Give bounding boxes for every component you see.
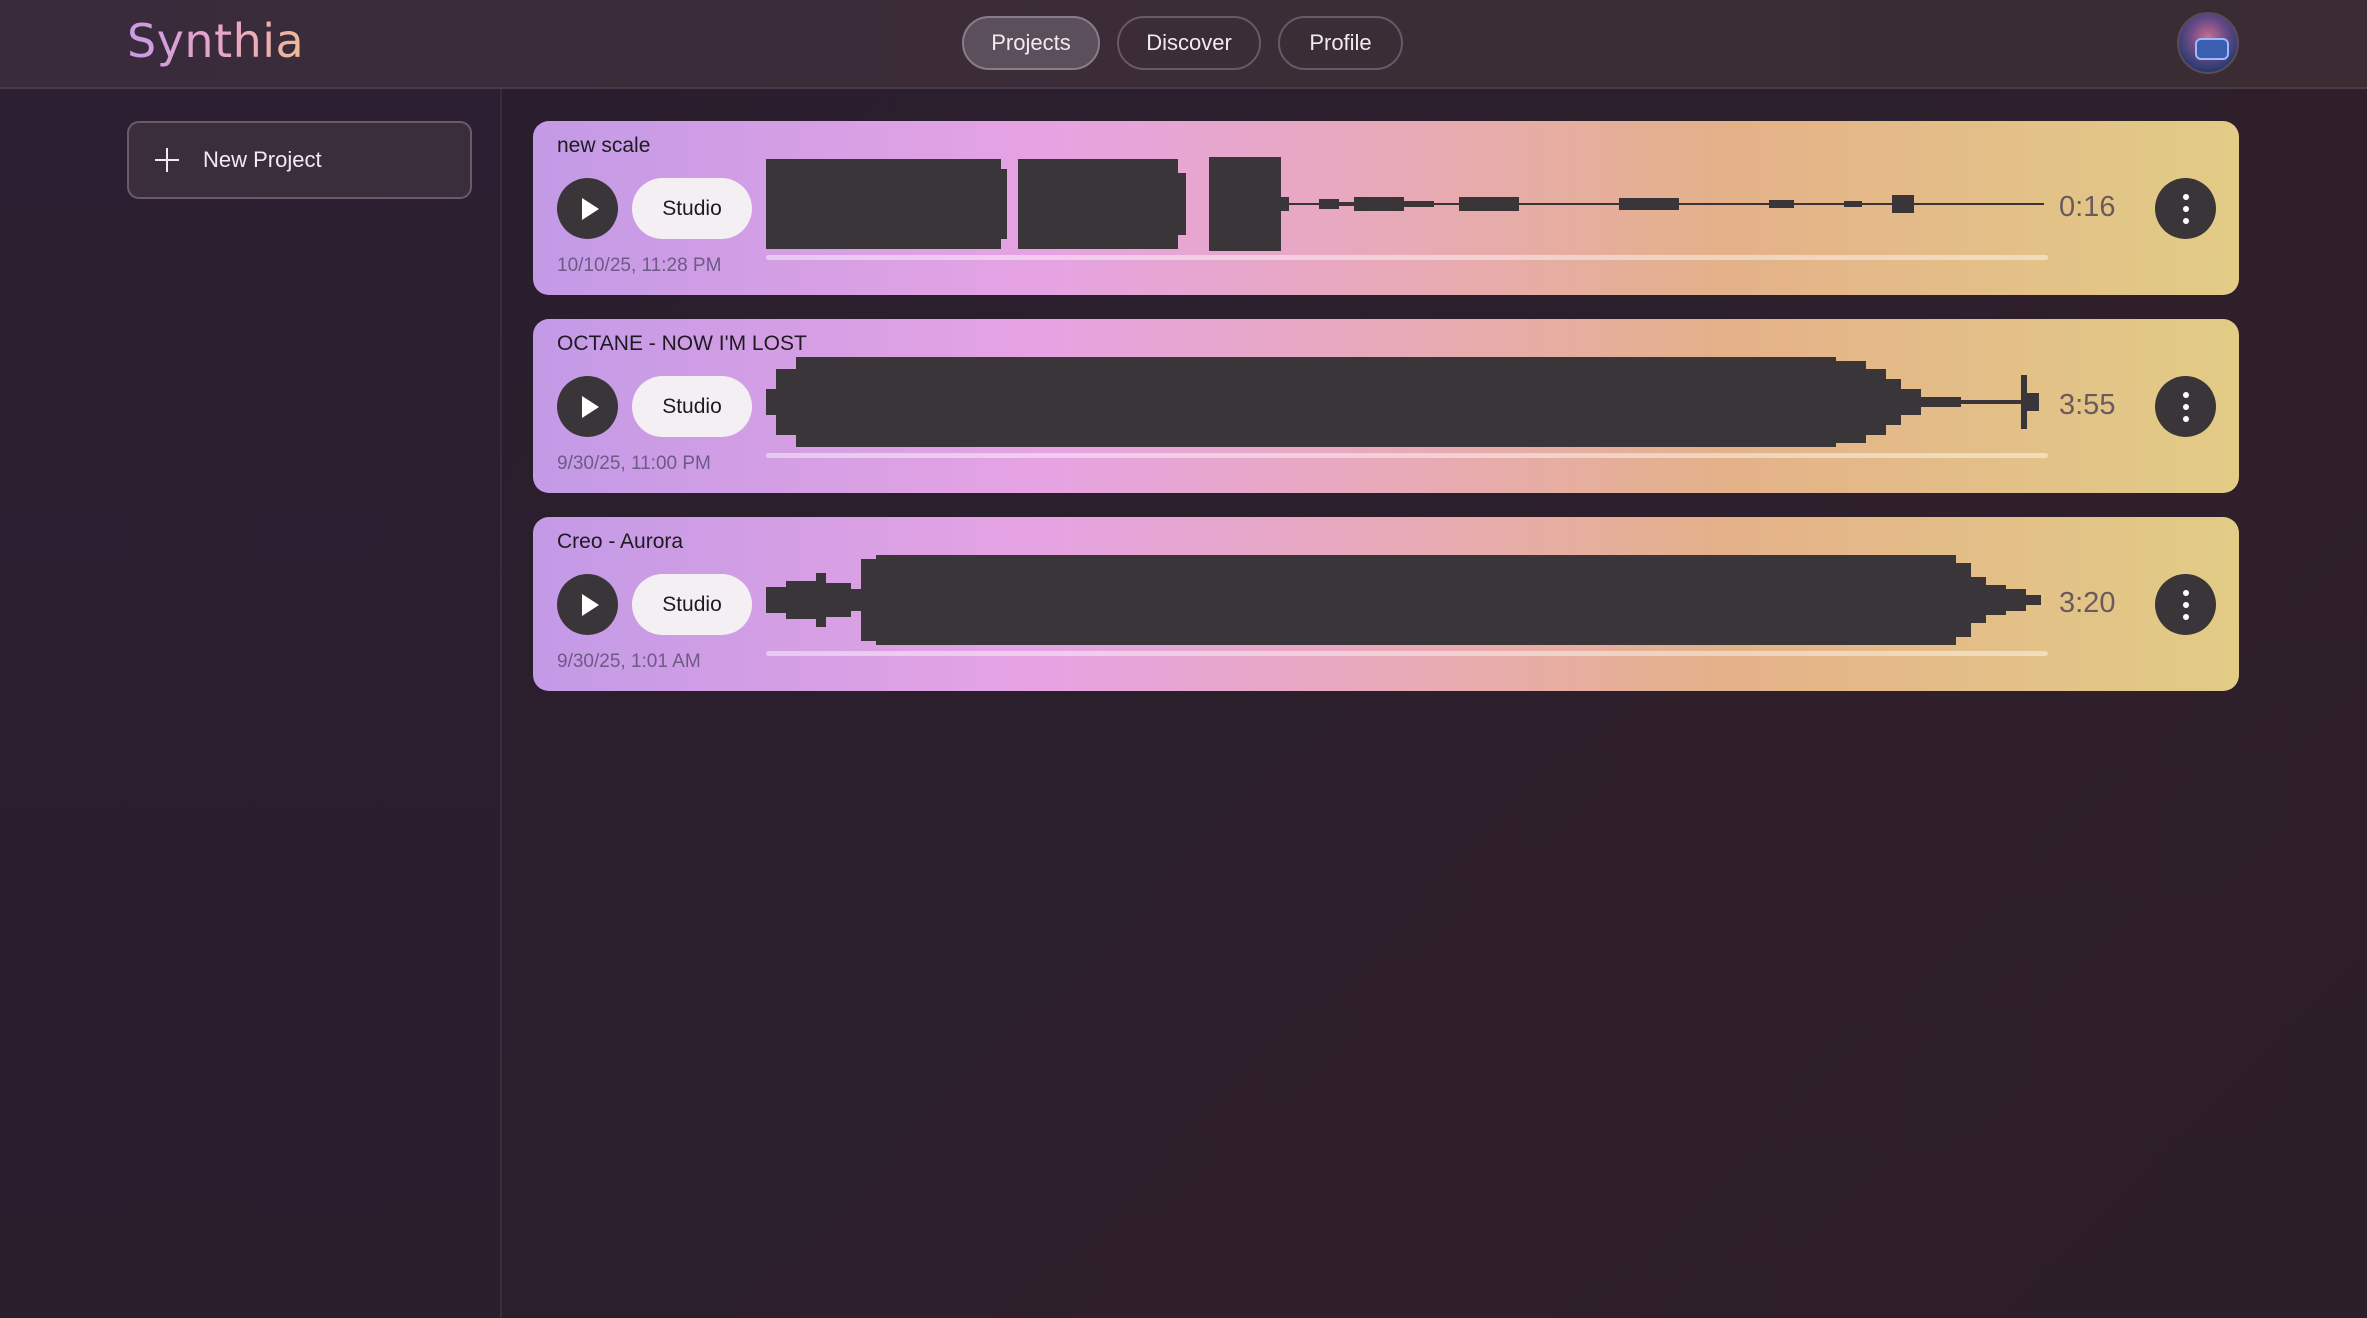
studio-button[interactable]: Studio (632, 178, 752, 239)
studio-button[interactable]: Studio (632, 376, 752, 437)
new-project-button[interactable]: New Project (127, 121, 472, 199)
user-avatar[interactable] (2177, 12, 2239, 74)
project-date: 9/30/25, 11:00 PM (557, 453, 711, 474)
more-options-icon[interactable] (2155, 376, 2216, 437)
avatar-image (2195, 38, 2229, 60)
project-card: OCTANE - NOW I'M LOST Studio 9/30/25, 11… (533, 319, 2239, 493)
project-card: Creo - Aurora Studio 9/30/25, 1:01 AM 3:… (533, 517, 2239, 691)
plus-icon (155, 148, 179, 172)
tab-profile[interactable]: Profile (1278, 16, 1403, 70)
app-logo[interactable]: Synthia (127, 14, 304, 68)
project-duration: 3:55 (2059, 389, 2116, 421)
top-navigation-bar: Synthia Projects Discover Profile (0, 0, 2367, 89)
progress-track[interactable] (766, 453, 2048, 458)
waveform[interactable] (766, 553, 2048, 647)
project-title: new scale (557, 134, 651, 157)
project-title: OCTANE - NOW I'M LOST (557, 332, 807, 355)
more-options-icon[interactable] (2155, 574, 2216, 635)
more-options-icon[interactable] (2155, 178, 2216, 239)
tab-discover[interactable]: Discover (1117, 16, 1261, 70)
project-duration: 0:16 (2059, 191, 2116, 223)
play-button[interactable] (557, 178, 618, 239)
waveform[interactable] (766, 355, 2048, 449)
play-button[interactable] (557, 376, 618, 437)
project-date: 9/30/25, 1:01 AM (557, 651, 701, 672)
project-duration: 3:20 (2059, 587, 2116, 619)
tab-projects[interactable]: Projects (962, 16, 1100, 70)
new-project-label: New Project (203, 147, 322, 172)
studio-button[interactable]: Studio (632, 574, 752, 635)
progress-track[interactable] (766, 651, 2048, 656)
project-card: new scale Studio 10/10/25, 11:28 PM 0:16 (533, 121, 2239, 295)
progress-track[interactable] (766, 255, 2048, 260)
sidebar (0, 89, 502, 1318)
project-date: 10/10/25, 11:28 PM (557, 255, 722, 276)
waveform[interactable] (766, 157, 2048, 251)
project-title: Creo - Aurora (557, 530, 684, 553)
play-button[interactable] (557, 574, 618, 635)
